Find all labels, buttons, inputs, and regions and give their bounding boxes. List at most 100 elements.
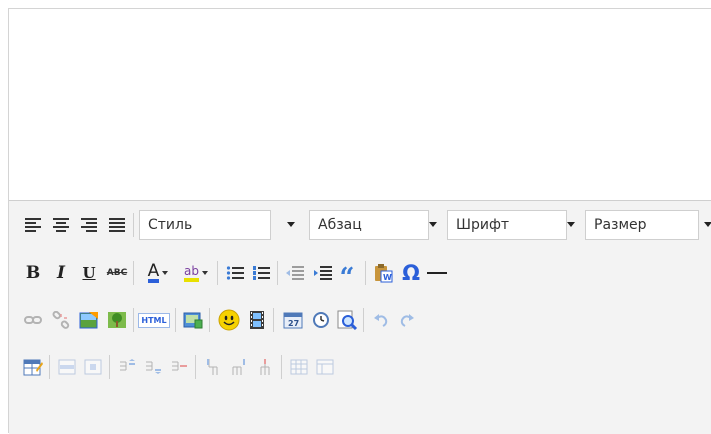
smiley-icon [218,309,240,331]
html-source-button[interactable]: HTML [138,304,170,336]
format-dropdown-arrow[interactable] [427,210,443,240]
font-dropdown-label: Шрифт [456,217,510,233]
image-button[interactable] [77,304,101,336]
outdent-icon [286,266,304,280]
flash-button[interactable] [105,304,129,336]
preview-icon [337,310,358,330]
format-dropdown[interactable]: Абзац [309,210,429,240]
align-justify-button[interactable] [105,209,129,241]
insert-table-button[interactable] [21,351,45,383]
table-cell-icon [84,359,102,375]
insert-row-after-button[interactable] [141,351,165,383]
indent-button[interactable] [311,257,335,289]
strikethrough-icon: ABC [106,268,128,278]
toolbar-separator [49,355,50,379]
delete-col-button[interactable] [253,351,277,383]
delete-row-icon [172,361,187,371]
size-dropdown-arrow[interactable] [699,210,711,240]
font-dropdown-arrow[interactable] [565,210,581,240]
chevron-down-icon [704,222,711,227]
horizontal-rule-icon [427,272,447,274]
table-row-icon [58,359,76,375]
preview-button[interactable] [335,304,359,336]
numbered-list-button[interactable] [249,257,273,289]
insert-row-before-button[interactable] [115,351,139,383]
redo-button[interactable] [395,304,419,336]
editor-toolbar: Стиль Абзац Шрифт Размер B I U ABC A ab … [9,201,711,434]
format-dropdown-label: Абзац [318,217,362,233]
paste-from-word-button[interactable]: W [371,257,395,289]
split-cells-icon [290,359,308,375]
blockquote-button[interactable]: “ [335,257,359,293]
insert-col-before-button[interactable] [201,351,225,383]
toolbar-separator [195,355,196,379]
text-color-icon: A [147,263,169,283]
toolbar-separator [175,308,176,332]
font-dropdown[interactable]: Шрифт [447,210,567,240]
smiley-button[interactable] [215,304,243,336]
toolbar-row-3: HTML 27 [9,304,711,336]
image-icon [79,312,98,329]
insert-time-button[interactable] [309,304,333,336]
merge-cells-button[interactable] [313,351,337,383]
strikethrough-button[interactable]: ABC [105,257,129,289]
unlink-icon [52,311,70,329]
blockquote-icon: “ [339,263,355,293]
svg-text:W: W [383,273,392,282]
table-edit-icon [23,359,43,376]
align-center-button[interactable] [49,209,73,241]
align-right-icon [81,218,97,232]
align-left-button[interactable] [21,209,45,241]
horizontal-rule-button[interactable] [425,257,449,289]
underline-button[interactable]: U [77,257,101,289]
outdent-button[interactable] [283,257,307,289]
insert-image-button[interactable] [181,304,205,336]
cell-props-button[interactable] [81,351,105,383]
insert-date-button[interactable]: 27 [281,304,305,336]
row-props-button[interactable] [55,351,79,383]
bold-icon: B [25,263,41,283]
split-cells-button[interactable] [287,351,311,383]
delete-row-button[interactable] [167,351,191,383]
clock-icon [313,312,329,328]
chevron-down-icon [567,222,575,227]
chevron-down-icon [287,222,295,227]
styles-dropdown[interactable]: Стиль [139,210,271,240]
toolbar-row-1: Стиль Абзац Шрифт Размер [9,209,711,241]
toolbar-separator [133,308,134,332]
toolbar-separator [217,261,218,285]
italic-button[interactable]: I [49,257,73,289]
styles-dropdown-arrow[interactable] [285,210,301,240]
special-char-button[interactable]: Ω [399,257,423,289]
bold-button[interactable]: B [21,257,45,289]
bulleted-list-icon [226,266,244,280]
rich-text-editor: Стиль Абзац Шрифт Размер B I U ABC A ab … [8,8,711,434]
photo-icon [183,312,203,329]
paste-from-word-icon: W [375,264,393,283]
insert-col-after-button[interactable] [227,351,251,383]
tree-icon [108,312,126,328]
media-button[interactable] [245,304,269,336]
text-color-button[interactable]: A [141,257,175,289]
highlight-color-icon: ab [184,264,208,282]
toolbar-row-2: B I U ABC A ab “ W Ω [9,257,711,293]
size-dropdown[interactable]: Размер [585,210,699,240]
align-right-button[interactable] [77,209,101,241]
col-before-icon [207,359,218,375]
align-center-icon [53,218,69,232]
editor-content-area[interactable] [9,9,711,201]
align-justify-icon [109,218,125,232]
indent-icon [314,266,332,280]
unlink-button[interactable] [49,304,73,336]
merge-cells-icon [316,359,334,375]
numbered-list-icon [253,266,270,280]
link-button[interactable] [21,304,45,336]
toolbar-separator [365,261,366,285]
toolbar-separator [281,355,282,379]
undo-button[interactable] [369,304,393,336]
toolbar-separator [133,261,134,285]
styles-dropdown-label: Стиль [148,217,193,233]
highlight-color-button[interactable]: ab [179,257,213,289]
chevron-down-icon [429,222,437,227]
bulleted-list-button[interactable] [223,257,247,289]
